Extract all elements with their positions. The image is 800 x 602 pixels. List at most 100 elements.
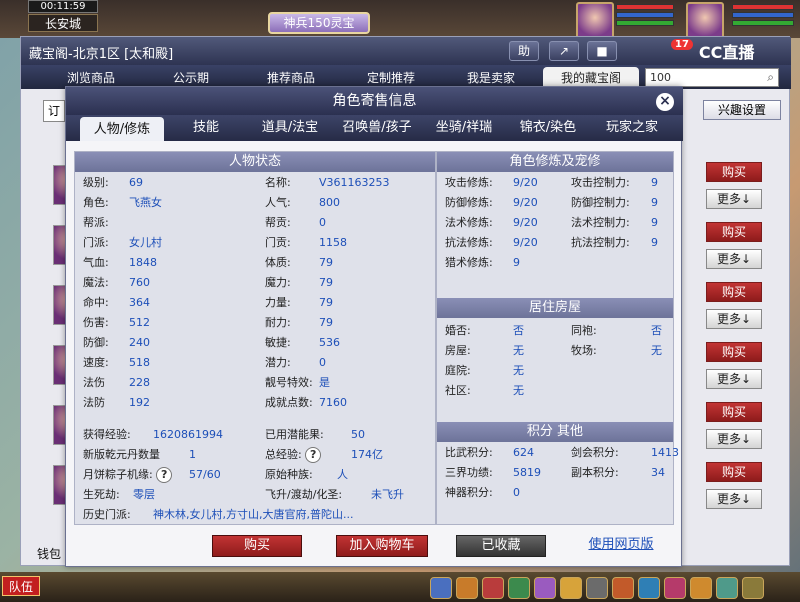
house-section-head: 居住房屋 xyxy=(437,298,673,318)
quest-icon[interactable] xyxy=(508,577,530,599)
status-section-head: 人物状态 xyxy=(75,152,435,172)
status-row-left: 伤害: 512 xyxy=(83,314,253,332)
cell-label: 攻击控制力: xyxy=(571,176,630,189)
cell-value: 9 xyxy=(651,196,658,209)
list-buy-button[interactable]: 购买 xyxy=(706,402,762,422)
list-buy-button[interactable]: 购买 xyxy=(706,462,762,482)
tab-character[interactable]: 人物/修炼 xyxy=(80,117,164,141)
cell-value: 9/20 xyxy=(513,196,538,209)
cell-value: 无 xyxy=(651,344,662,357)
cell-label: 抗法修炼: xyxy=(445,236,493,249)
status-row-left: 魔法: 760 xyxy=(83,274,253,292)
tab-items[interactable]: 道具/法宝 xyxy=(248,115,332,141)
zongzi-row: 月饼粽子机缘: ? 57/60 xyxy=(83,467,221,483)
list-buy-button[interactable]: 购买 xyxy=(706,162,762,182)
stat-value: 79 xyxy=(319,256,333,269)
stat-label: 法伤 xyxy=(83,376,105,389)
stat-value: 536 xyxy=(319,336,340,349)
status-row-right: 成就点数: 7160 xyxy=(265,394,435,412)
help-button[interactable]: 助 xyxy=(509,41,539,61)
list-buy-button[interactable]: 购买 xyxy=(706,342,762,362)
cc-brand-text: CC直播 xyxy=(698,43,755,62)
tab-pets[interactable]: 召唤兽/孩子 xyxy=(332,115,422,141)
status-row-right: 潜力: 0 xyxy=(265,354,435,372)
status-row-left: 气血: 1848 xyxy=(83,254,253,272)
status-row-right: 名称: V361163253 xyxy=(265,174,435,192)
stop-button[interactable]: ■ xyxy=(587,41,617,61)
team-button[interactable]: 队伍 xyxy=(2,576,40,596)
cult-row: 猎术修炼: 9 xyxy=(445,254,671,272)
list-more-button[interactable]: 更多↓ xyxy=(706,249,762,269)
status-row-right: 力量: 79 xyxy=(265,294,435,312)
tab-home[interactable]: 玩家之家 xyxy=(590,115,674,141)
help-icon[interactable]: ? xyxy=(305,447,322,463)
search-input[interactable]: 100 ⌕ xyxy=(645,68,779,87)
list-more-button[interactable]: 更多↓ xyxy=(706,309,762,329)
pet-status-bars xyxy=(616,4,674,28)
system-icon[interactable] xyxy=(586,577,608,599)
order-button[interactable]: 订 xyxy=(43,100,65,122)
status-row-left: 命中: 364 xyxy=(83,294,253,312)
add-to-cart-button[interactable]: 加入购物车 xyxy=(336,535,428,557)
status-row-left: 级别: 69 xyxy=(83,174,253,192)
tab-mounts[interactable]: 坐骑/祥瑞 xyxy=(422,115,506,141)
cell-label: 抗法控制力: xyxy=(571,236,630,249)
stat-value: 是 xyxy=(319,376,330,389)
list-more-button[interactable]: 更多↓ xyxy=(706,189,762,209)
settings-icon[interactable] xyxy=(742,577,764,599)
share-button[interactable]: ↗ xyxy=(549,41,579,61)
mall-icon[interactable] xyxy=(664,577,686,599)
stat-label: 名称: xyxy=(265,176,291,189)
stat-value: 79 xyxy=(319,296,333,309)
skill-icon[interactable] xyxy=(430,577,452,599)
list-more-button[interactable]: 更多↓ xyxy=(706,369,762,389)
tab-skills[interactable]: 技能 xyxy=(166,115,246,141)
tab-outfits[interactable]: 锦衣/染色 xyxy=(506,115,590,141)
shop-icon[interactable] xyxy=(560,577,582,599)
favorited-button[interactable]: 已收藏 xyxy=(456,535,546,557)
city-name[interactable]: 长安城 xyxy=(28,14,98,32)
cell-label: 攻击修炼: xyxy=(445,176,493,189)
pet-portrait[interactable] xyxy=(576,2,614,40)
stat-value: 800 xyxy=(319,196,340,209)
buy-button[interactable]: 购买 xyxy=(212,535,302,557)
gift-icon[interactable] xyxy=(482,577,504,599)
stat-label: 速度: xyxy=(83,356,109,369)
list-more-button[interactable]: 更多↓ xyxy=(706,489,762,509)
stat-value: 760 xyxy=(129,276,150,289)
status-row-left: 法伤 228 xyxy=(83,374,253,392)
status-row-right: 耐力: 79 xyxy=(265,314,435,332)
wallet-label[interactable]: 钱包 xyxy=(37,545,61,562)
stat-value: 192 xyxy=(129,396,150,409)
pet-icon[interactable] xyxy=(534,577,556,599)
player-portrait[interactable] xyxy=(686,2,724,40)
bag-icon[interactable] xyxy=(456,577,478,599)
help-icon[interactable]: ? xyxy=(156,467,173,483)
close-icon[interactable]: × xyxy=(656,93,674,111)
cell-value: 9 xyxy=(651,176,658,189)
modal-title: 角色寄售信息 xyxy=(66,87,683,115)
cell-value: 否 xyxy=(651,324,662,337)
score-row: 三界功绩: 5819 副本积分: 34 xyxy=(445,464,671,482)
list-buy-button[interactable]: 购买 xyxy=(706,282,762,302)
cult-row: 攻击修炼: 9/20 攻击控制力: 9 xyxy=(445,174,671,192)
list-more-button[interactable]: 更多↓ xyxy=(706,429,762,449)
friend-icon[interactable] xyxy=(638,577,660,599)
map-icon[interactable] xyxy=(716,577,738,599)
cell-label: 法术控制力: xyxy=(571,216,630,229)
list-buy-button[interactable]: 购买 xyxy=(706,222,762,242)
status-row-right: 体质: 79 xyxy=(265,254,435,272)
stat-value: 79 xyxy=(319,316,333,329)
search-icon[interactable]: ⌕ xyxy=(767,70,774,85)
status-row-left: 角色: 飞燕女 xyxy=(83,194,253,212)
web-version-link[interactable]: 使用网页版 xyxy=(580,535,662,557)
event-banner[interactable]: 神兵150灵宝 xyxy=(268,12,370,34)
cell-value: 5819 xyxy=(513,466,541,479)
rank-icon[interactable] xyxy=(690,577,712,599)
interest-settings-button[interactable]: 兴趣设置 xyxy=(703,100,781,120)
score-section-head: 积分 其他 xyxy=(437,422,673,442)
cell-label: 比武积分: xyxy=(445,446,493,459)
activity-icon[interactable] xyxy=(612,577,634,599)
cell-value: 9/20 xyxy=(513,236,538,249)
cell-label: 三界功绩: xyxy=(445,466,493,479)
